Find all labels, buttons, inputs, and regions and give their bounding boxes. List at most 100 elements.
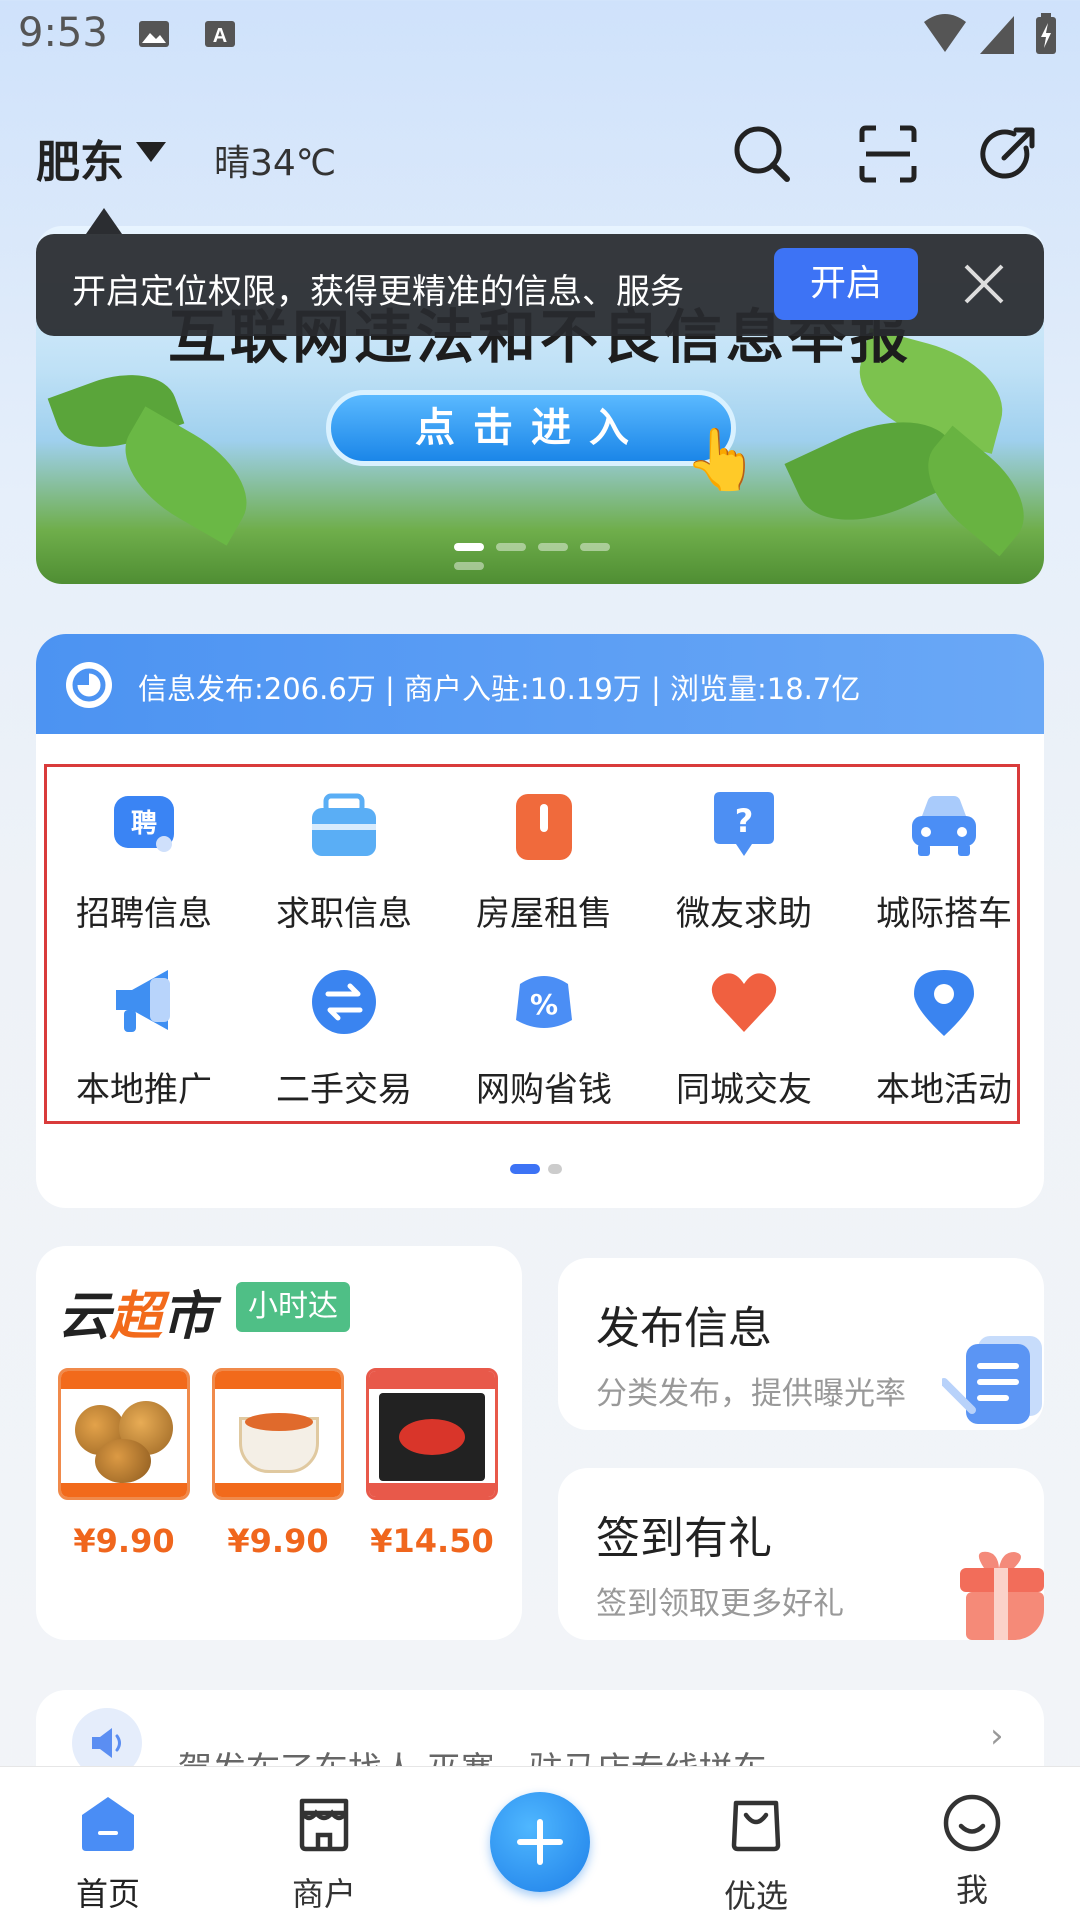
tab-merchants[interactable]: 商户 bbox=[244, 1767, 404, 1920]
market-title-part: 超 bbox=[110, 1287, 163, 1347]
pumpkin-image bbox=[95, 1439, 151, 1483]
question-bubble-icon: ? bbox=[714, 792, 774, 856]
smile-icon bbox=[943, 1794, 1001, 1852]
tooltip-arrow bbox=[86, 208, 122, 234]
banner-dot bbox=[496, 543, 526, 551]
svg-text:聘: 聘 bbox=[131, 809, 157, 839]
city-dropdown-icon[interactable] bbox=[136, 142, 166, 162]
banner-pagination bbox=[454, 536, 654, 570]
search-icon[interactable] bbox=[730, 122, 794, 186]
wifi-icon bbox=[924, 14, 966, 52]
discount-icon: % bbox=[516, 976, 572, 1028]
signin-title: 签到有礼 bbox=[596, 1513, 772, 1564]
category-item-heart[interactable]: 同城交友 bbox=[644, 956, 844, 1126]
market-title: 云超市 bbox=[58, 1274, 214, 1349]
category-item-location-pin[interactable]: 本地活动 bbox=[844, 956, 1044, 1126]
svg-text:A: A bbox=[213, 25, 227, 47]
svg-text:?: ? bbox=[735, 802, 754, 840]
heart-icon bbox=[711, 973, 777, 1032]
scan-icon[interactable] bbox=[856, 122, 920, 186]
pointer-hand-icon: 👆 bbox=[684, 425, 759, 495]
car-icon bbox=[912, 796, 976, 856]
noodle-soup-image bbox=[245, 1413, 313, 1431]
speaker-glyph bbox=[92, 1728, 121, 1758]
banner-dot bbox=[454, 543, 484, 551]
stats-text: 信息发布:206.6万 | 商户入驻:10.19万 | 浏览量:18.7亿 bbox=[138, 672, 861, 706]
tab-featured[interactable]: 优选 bbox=[676, 1767, 836, 1920]
signin-subtitle: 签到领取更多好礼 bbox=[596, 1586, 844, 1622]
category-item-megaphone[interactable]: 本地推广 bbox=[44, 956, 244, 1126]
megaphone-icon bbox=[116, 970, 170, 1032]
publish-title: 发布信息 bbox=[596, 1303, 772, 1354]
category-item-briefcase[interactable]: 求职信息 bbox=[244, 780, 444, 950]
category-label: 网购省钱 bbox=[476, 1070, 612, 1110]
supermarket-card[interactable]: 云超市 小时达 ¥9.90 ¥9.90 ¥14.50 bbox=[36, 1246, 522, 1640]
category-item-exchange[interactable]: 二手交易 bbox=[244, 956, 444, 1126]
category-label: 求职信息 bbox=[276, 894, 412, 934]
product-image-pumpkin[interactable] bbox=[58, 1368, 190, 1500]
category-item-door[interactable]: 房屋租售 bbox=[444, 780, 644, 950]
exchange-icon bbox=[312, 970, 376, 1034]
page-dot bbox=[548, 1164, 562, 1174]
product-price: ¥9.90 bbox=[227, 1522, 329, 1560]
location-pin-icon bbox=[914, 970, 974, 1036]
product-image-noodle-pack[interactable] bbox=[366, 1368, 498, 1500]
close-icon[interactable] bbox=[956, 256, 1012, 312]
tab-label: 商户 bbox=[291, 1875, 356, 1913]
category-item-car[interactable]: 城际搭车 bbox=[844, 780, 1044, 950]
category-item-discount[interactable]: % 网购省钱 bbox=[444, 956, 644, 1126]
signal-icon bbox=[980, 16, 1014, 54]
noodle-pack-bowl bbox=[399, 1419, 465, 1455]
category-label: 城际搭车 bbox=[876, 894, 1012, 934]
document-icon bbox=[942, 1336, 1042, 1424]
product-header-strip bbox=[61, 1371, 187, 1389]
category-label: 同城交友 bbox=[676, 1070, 812, 1110]
briefcase-icon bbox=[312, 793, 376, 856]
product-price: ¥9.90 bbox=[73, 1522, 175, 1560]
publish-card[interactable]: 发布信息 分类发布，提供曝光率 bbox=[558, 1258, 1044, 1430]
status-bar: 9:53 A bbox=[0, 0, 1080, 70]
banner-dot bbox=[538, 543, 568, 551]
category-label: 本地活动 bbox=[876, 1070, 1012, 1110]
banner-dot bbox=[454, 562, 484, 570]
product-footer-strip bbox=[61, 1483, 187, 1497]
product-header-strip bbox=[369, 1371, 495, 1389]
product-image-noodle-cup[interactable] bbox=[212, 1368, 344, 1500]
clock-icon bbox=[66, 662, 112, 708]
category-item-recruit[interactable]: 聘招聘信息 bbox=[44, 780, 244, 950]
market-title-part: 市 bbox=[162, 1287, 215, 1347]
share-icon[interactable] bbox=[976, 122, 1040, 186]
publish-subtitle: 分类发布，提供曝光率 bbox=[596, 1376, 906, 1412]
tooltip-text: 开启定位权限，获得更精准的信息、服务 bbox=[72, 272, 684, 312]
shopping-bag-icon bbox=[731, 1800, 781, 1852]
a-icon: A bbox=[205, 21, 235, 47]
store-icon bbox=[299, 1798, 349, 1852]
image-icon bbox=[139, 21, 169, 47]
battery-icon bbox=[1036, 13, 1056, 54]
home-icon bbox=[82, 1797, 134, 1851]
product-footer-strip bbox=[369, 1483, 495, 1497]
banner-enter-button[interactable]: 点击进入 bbox=[326, 390, 736, 466]
plus-icon bbox=[517, 1819, 563, 1865]
tab-me[interactable]: 我 bbox=[892, 1767, 1052, 1920]
category-label: 本地推广 bbox=[76, 1070, 212, 1110]
category-item-question-bubble[interactable]: ? 微友求助 bbox=[644, 780, 844, 950]
category-label: 招聘信息 bbox=[76, 894, 212, 934]
tab-label: 我 bbox=[955, 1871, 988, 1909]
chevron-right-icon[interactable]: › bbox=[990, 1716, 1004, 1756]
door-icon bbox=[516, 794, 572, 860]
tab-home[interactable]: 首页 bbox=[28, 1767, 188, 1920]
recruit-icon: 聘 bbox=[114, 796, 174, 852]
svg-text:%: % bbox=[530, 988, 558, 1021]
signin-card[interactable]: 签到有礼 签到领取更多好礼 bbox=[558, 1468, 1044, 1640]
category-label: 房屋租售 bbox=[476, 894, 612, 934]
market-title-part: 云 bbox=[58, 1287, 111, 1347]
banner-dot bbox=[580, 543, 610, 551]
publish-plus-button[interactable] bbox=[490, 1792, 590, 1892]
product-header-strip bbox=[215, 1371, 341, 1389]
city-selector[interactable]: 肥东 bbox=[36, 126, 124, 190]
tab-label: 首页 bbox=[75, 1875, 140, 1913]
category-card: 信息发布:206.6万 | 商户入驻:10.19万 | 浏览量:18.7亿 聘招… bbox=[36, 634, 1044, 1208]
enable-location-button[interactable]: 开启 bbox=[774, 248, 918, 320]
product-price: ¥14.50 bbox=[370, 1522, 494, 1560]
